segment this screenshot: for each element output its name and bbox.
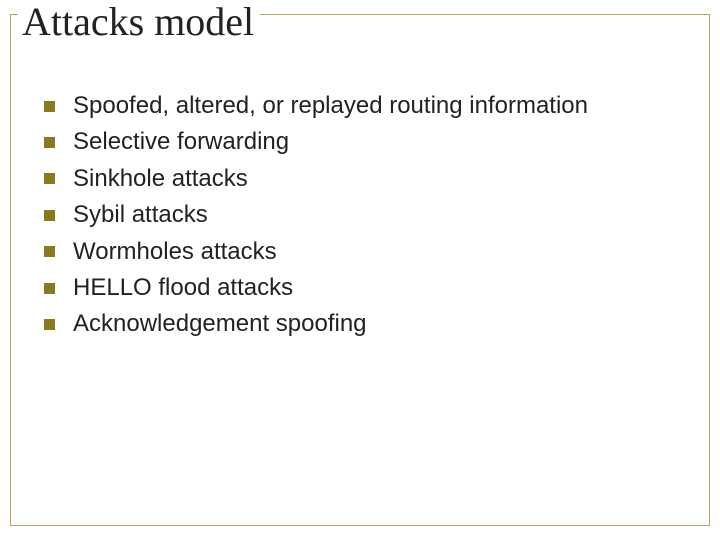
slide: Attacks model Spoofed, altered, or repla… — [0, 0, 720, 540]
title-wrap: Attacks model — [18, 0, 260, 44]
bullet-icon — [44, 173, 55, 184]
slide-body: Spoofed, altered, or replayed routing in… — [44, 90, 680, 345]
list-item-text: Selective forwarding — [73, 126, 289, 158]
bullet-icon — [44, 210, 55, 221]
list-item-text: Sinkhole attacks — [73, 163, 248, 195]
list-item: Wormholes attacks — [44, 236, 680, 268]
list-item-text: Wormholes attacks — [73, 236, 277, 268]
bullet-icon — [44, 137, 55, 148]
list-item: Sinkhole attacks — [44, 163, 680, 195]
list-item-text: Acknowledgement spoofing — [73, 308, 367, 340]
list-item: Acknowledgement spoofing — [44, 308, 680, 340]
list-item: Spoofed, altered, or replayed routing in… — [44, 90, 680, 122]
list-item-text: HELLO flood attacks — [73, 272, 293, 304]
bullet-icon — [44, 283, 55, 294]
list-item: HELLO flood attacks — [44, 272, 680, 304]
list-item: Sybil attacks — [44, 199, 680, 231]
bullet-icon — [44, 101, 55, 112]
list-item: Selective forwarding — [44, 126, 680, 158]
bullet-icon — [44, 319, 55, 330]
list-item-text: Spoofed, altered, or replayed routing in… — [73, 90, 588, 122]
bullet-icon — [44, 246, 55, 257]
slide-title: Attacks model — [22, 0, 254, 44]
list-item-text: Sybil attacks — [73, 199, 208, 231]
